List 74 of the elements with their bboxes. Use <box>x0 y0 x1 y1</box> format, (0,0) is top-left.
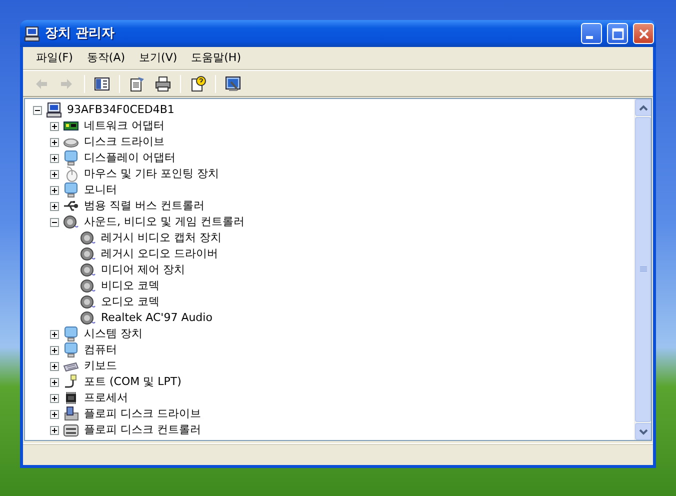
tree-item[interactable]: 프로세서 <box>82 390 130 406</box>
vertical-scrollbar[interactable] <box>634 99 651 440</box>
scroll-down-button[interactable] <box>635 423 651 440</box>
speaker-icon <box>80 310 96 326</box>
expand-box[interactable] <box>50 154 59 162</box>
expand-box[interactable] <box>50 410 59 418</box>
monitor-icon <box>63 326 79 342</box>
menu-item[interactable]: 도움말(H) <box>184 48 248 68</box>
close-icon <box>638 28 650 40</box>
minimize-icon <box>586 36 593 39</box>
floppy-drive-icon <box>63 406 79 422</box>
speaker-icon <box>80 246 96 262</box>
scroll-thumb[interactable] <box>635 117 651 422</box>
usb-icon <box>63 198 79 214</box>
speaker-icon <box>80 262 96 278</box>
expand-box[interactable] <box>50 122 59 130</box>
expand-box[interactable] <box>50 426 59 434</box>
computer-icon <box>46 102 62 118</box>
tree-item[interactable]: 시스템 장치 <box>82 326 144 342</box>
tree-item[interactable]: 93AFB34F0CED4B1 <box>65 102 176 118</box>
menu-item[interactable]: 파일(F) <box>29 48 80 68</box>
tree-item[interactable]: 비디오 코덱 <box>99 278 162 294</box>
expand-box[interactable] <box>50 394 59 402</box>
window-title: 장치 관리자 <box>45 24 116 43</box>
expand-box[interactable] <box>50 138 59 146</box>
tree-item[interactable]: 컴퓨터 <box>82 342 119 358</box>
tree-item[interactable]: 플로피 디스크 컨트롤러 <box>82 422 203 438</box>
tree-item[interactable]: 플로피 디스크 드라이브 <box>82 406 203 422</box>
scan-hardware-icon <box>225 76 241 92</box>
monitor-icon <box>63 150 79 166</box>
expand-box[interactable] <box>50 362 59 370</box>
tree-item[interactable]: 오디오 코덱 <box>99 294 162 310</box>
expand-box[interactable] <box>50 170 59 178</box>
speaker-icon <box>80 294 96 310</box>
properties-icon <box>129 76 145 92</box>
menu-item[interactable]: 보기(V) <box>132 48 184 68</box>
tree-item[interactable]: 레거시 비디오 캡처 장치 <box>99 230 224 246</box>
port-connector-icon <box>63 374 79 390</box>
floppy-controller-icon <box>63 422 79 438</box>
collapse-box[interactable] <box>50 218 59 226</box>
minimize-button[interactable] <box>581 23 602 44</box>
tree-item[interactable]: 사운드, 비디오 및 게임 컨트롤러 <box>82 214 246 230</box>
tree-item[interactable]: 키보드 <box>82 358 119 374</box>
expand-box[interactable] <box>50 330 59 338</box>
tree-item[interactable]: 미디어 제어 장치 <box>99 262 187 278</box>
tree-item[interactable]: 범용 직렬 버스 컨트롤러 <box>82 198 206 214</box>
tree-item[interactable]: 레거시 오디오 드라이버 <box>99 246 220 262</box>
tree-item[interactable]: 디스플레이 어댑터 <box>82 150 178 166</box>
show-hide-tree-icon <box>94 76 110 92</box>
expand-box[interactable] <box>50 202 59 210</box>
expand-box[interactable] <box>50 186 59 194</box>
tree-item[interactable]: 모니터 <box>82 182 119 198</box>
menu-item[interactable]: 동작(A) <box>80 48 132 68</box>
expand-box[interactable] <box>50 346 59 354</box>
tree-item[interactable]: 디스크 드라이브 <box>82 134 166 150</box>
printer-icon <box>155 76 171 92</box>
speaker-icon <box>63 214 79 230</box>
speaker-icon <box>80 278 96 294</box>
tree-item[interactable]: 포트 (COM 및 LPT) <box>82 374 184 390</box>
tree-item[interactable]: 마우스 및 기타 포인팅 장치 <box>82 166 221 182</box>
speaker-icon <box>80 230 96 246</box>
monitor-icon <box>63 182 79 198</box>
close-button[interactable] <box>633 23 654 44</box>
expand-box[interactable] <box>50 378 59 386</box>
monitor-icon <box>63 342 79 358</box>
tree-item[interactable]: Realtek AC'97 Audio <box>99 310 214 326</box>
computer-icon <box>24 26 40 42</box>
help-icon <box>190 76 206 92</box>
scroll-up-button[interactable] <box>635 99 651 116</box>
chip-icon <box>63 390 79 406</box>
maximize-button[interactable] <box>607 23 628 44</box>
maximize-icon <box>612 28 624 40</box>
collapse-box[interactable] <box>33 106 42 114</box>
tree-item[interactable]: 네트워크 어댑터 <box>82 118 166 134</box>
